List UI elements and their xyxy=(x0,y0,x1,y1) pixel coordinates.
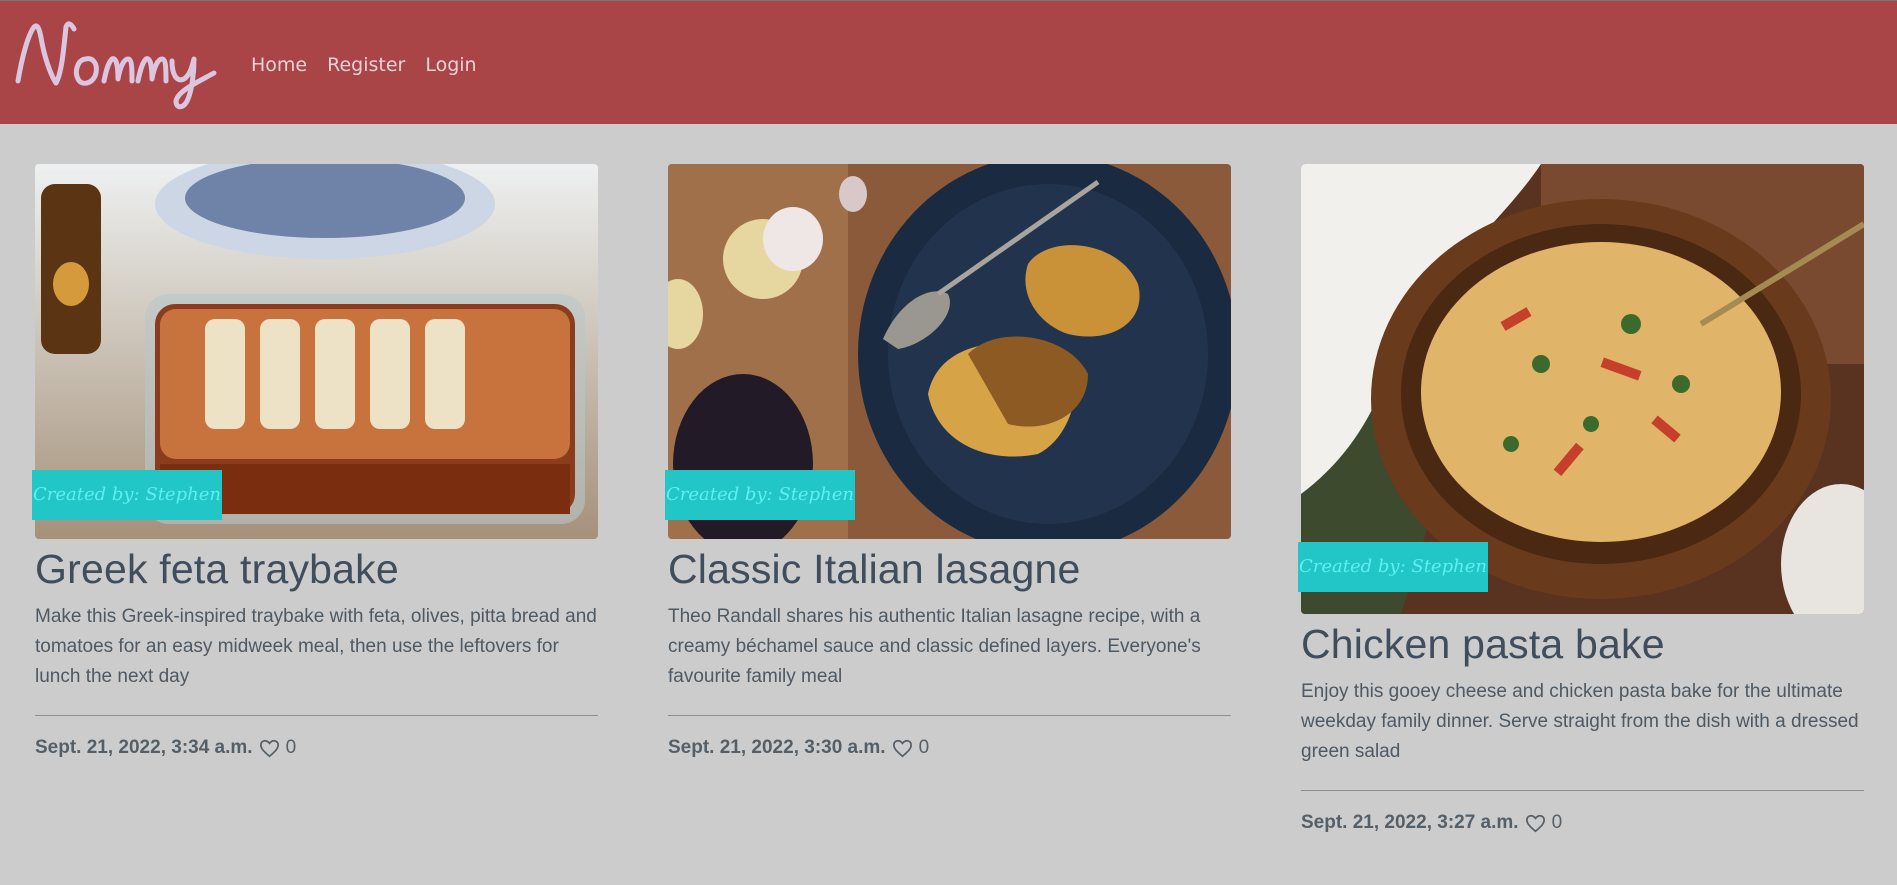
recipe-image[interactable]: Created by: Stephen xyxy=(1298,164,1864,614)
heart-icon[interactable] xyxy=(892,739,913,758)
recipe-description: Make this Greek-inspired traybake with f… xyxy=(35,606,597,687)
recipe-title[interactable]: Greek feta traybake xyxy=(35,544,598,594)
recipe-image[interactable]: Created by: Stephen xyxy=(665,164,1231,539)
recipe-title[interactable]: Chicken pasta bake xyxy=(1301,619,1864,669)
author-badge: Created by: Stephen xyxy=(665,470,855,520)
brand-logo[interactable] xyxy=(12,17,226,113)
recipe-title[interactable]: Classic Italian lasagne xyxy=(668,544,1231,594)
nav-login-link[interactable]: Login xyxy=(425,51,476,79)
nav-home-link[interactable]: Home xyxy=(251,51,307,79)
recipe-date: Sept. 21, 2022, 3:30 a.m. xyxy=(668,737,886,758)
card-footer: Sept. 21, 2022, 3:34 a.m. 0 xyxy=(35,734,598,762)
recipe-date: Sept. 21, 2022, 3:27 a.m. xyxy=(1301,812,1519,833)
recipe-description: Enjoy this gooey cheese and chicken past… xyxy=(1301,681,1859,762)
card-divider xyxy=(35,715,598,716)
author-badge: Created by: Stephen xyxy=(32,470,222,520)
nav-register-link[interactable]: Register xyxy=(327,51,405,79)
card-footer: Sept. 21, 2022, 3:27 a.m. 0 xyxy=(1301,809,1864,837)
nav-links: Home Register Login xyxy=(251,51,477,79)
author-badge: Created by: Stephen xyxy=(1298,542,1488,592)
recipe-card[interactable]: Created by: Stephen Chicken pasta bake E… xyxy=(1298,164,1864,837)
heart-icon[interactable] xyxy=(1525,814,1546,833)
card-footer: Sept. 21, 2022, 3:30 a.m. 0 xyxy=(668,734,1231,762)
like-count: 0 xyxy=(285,737,297,758)
heart-icon[interactable] xyxy=(259,739,280,758)
like-count: 0 xyxy=(918,737,930,758)
card-divider xyxy=(668,715,1231,716)
nommy-logo-script xyxy=(15,21,217,110)
navbar: Home Register Login xyxy=(0,0,1897,124)
card-divider xyxy=(1301,790,1864,791)
like-count: 0 xyxy=(1551,812,1563,833)
recipe-image[interactable]: Created by: Stephen xyxy=(32,164,598,539)
recipe-description: Theo Randall shares his authentic Italia… xyxy=(668,606,1201,687)
recipe-card[interactable]: Created by: Stephen Classic Italian lasa… xyxy=(665,164,1231,762)
recipe-card[interactable]: Created by: Stephen Greek feta traybake … xyxy=(32,164,598,762)
recipe-date: Sept. 21, 2022, 3:34 a.m. xyxy=(35,737,253,758)
